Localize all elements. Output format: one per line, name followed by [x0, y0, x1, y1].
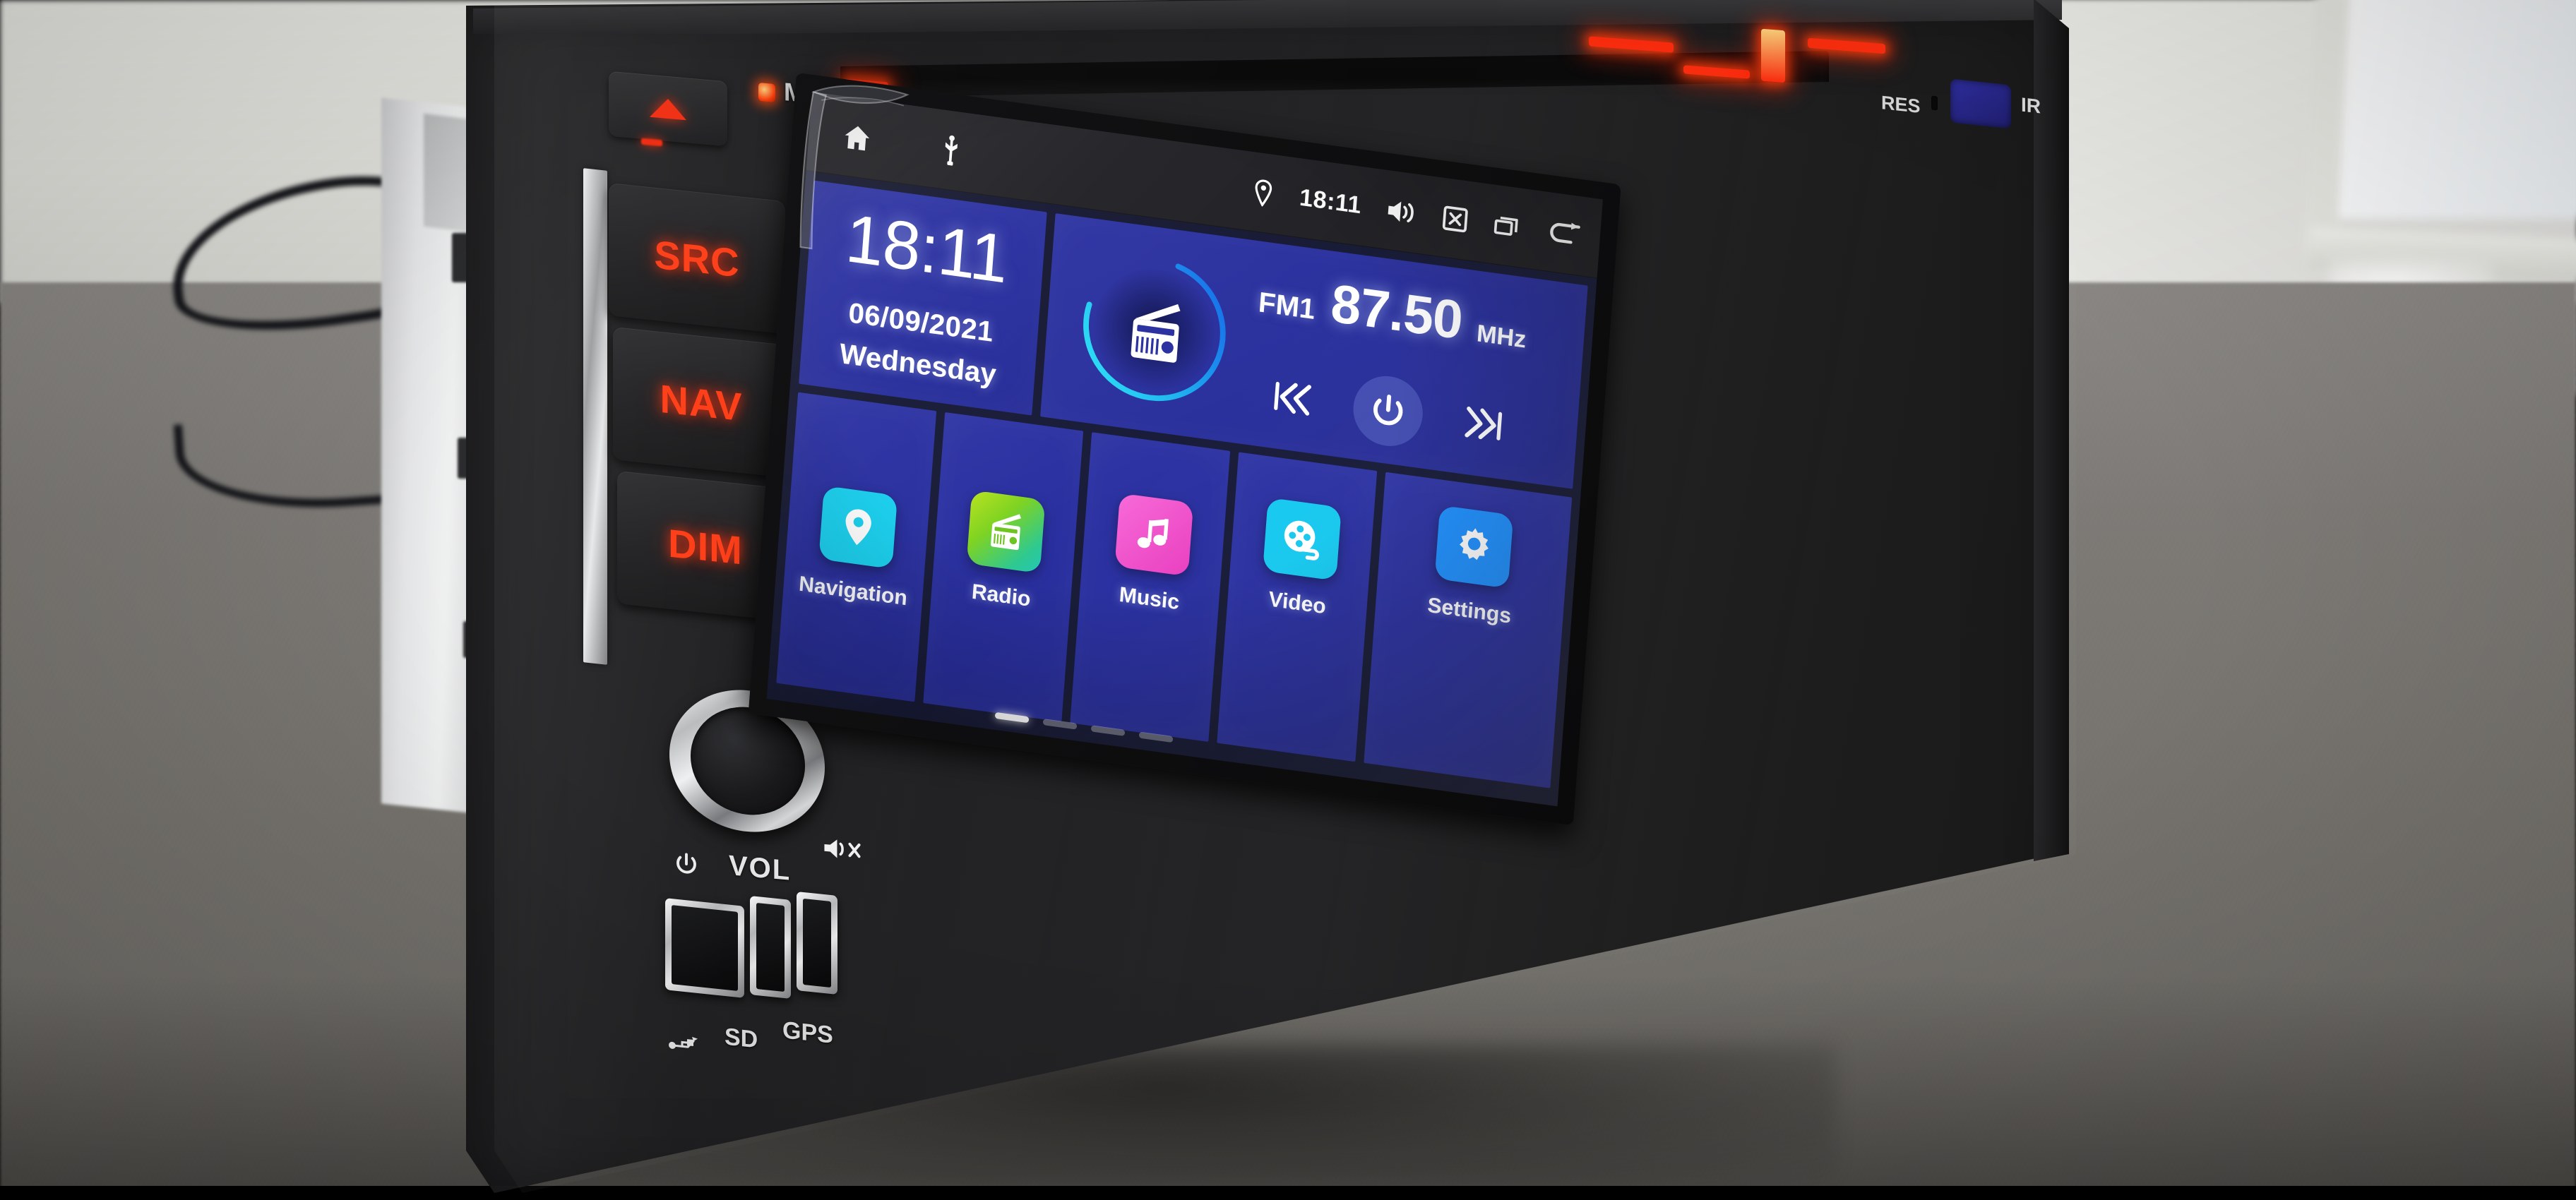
skip-previous-icon[interactable]: [1268, 373, 1314, 421]
music-note-icon: [1137, 518, 1169, 548]
app-label-settings: Settings: [1426, 593, 1513, 628]
radio-dial[interactable]: [1067, 237, 1241, 421]
app-tile-navigation[interactable]: Navigation: [776, 392, 937, 702]
home-screen: 18:11 06/09/2021 Wednesday FM1 87.50 MHz…: [766, 171, 1597, 807]
usb-port[interactable]: [665, 898, 744, 998]
radio-icon: [1131, 304, 1181, 363]
src-button[interactable]: SRC: [609, 182, 785, 335]
radio-transport-controls: [1249, 358, 1562, 469]
radio-readout: FM1 87.50 MHz: [1229, 257, 1587, 471]
screen-content[interactable]: 18:11 18:11 06/09/2021 Wednesday FM1 87.…: [766, 92, 1603, 807]
app-label-video: Video: [1268, 587, 1327, 619]
app-tile-video[interactable]: Video: [1217, 452, 1378, 762]
eject-button[interactable]: [609, 71, 727, 147]
film-reel-icon: [1284, 520, 1319, 560]
volume-icon[interactable]: [1385, 196, 1417, 227]
ir-label: IR: [2021, 93, 2041, 118]
sd-label: SD: [724, 1023, 758, 1054]
app-label-navigation: Navigation: [798, 572, 908, 611]
nav-button-label: NAV: [660, 376, 743, 429]
navigation-app-icon[interactable]: [818, 485, 898, 570]
unit-right-bezel: [2034, 0, 2069, 861]
app-tile-settings[interactable]: Settings: [1364, 472, 1573, 788]
chrome-trim-strip: [583, 168, 607, 665]
usb-icon: [669, 1036, 698, 1049]
nav-button[interactable]: NAV: [613, 326, 789, 479]
clock-time: 18:11: [843, 200, 1010, 298]
gear-icon: [1460, 528, 1489, 560]
cd-slot-led: [1761, 28, 1785, 83]
power-icon: [1373, 394, 1403, 425]
back-icon[interactable]: [1546, 218, 1582, 250]
eject-triangle-icon: [650, 97, 686, 121]
src-button-label: SRC: [654, 232, 740, 285]
mic-led: [758, 82, 775, 103]
close-box-icon[interactable]: [1441, 203, 1469, 234]
gps-label: GPS: [782, 1016, 833, 1049]
clock-date: 06/09/2021: [847, 297, 995, 349]
ir-receiver-window: [1950, 78, 2011, 129]
location-pin-icon: [1256, 179, 1272, 207]
recents-icon[interactable]: [1493, 210, 1523, 241]
radio-power-button[interactable]: [1351, 371, 1426, 450]
res-label: RES: [1881, 92, 1921, 117]
power-icon: [676, 853, 696, 874]
video-app-icon[interactable]: [1263, 497, 1342, 581]
radio-band: FM1: [1257, 286, 1316, 325]
clock-widget[interactable]: 18:11 06/09/2021 Wednesday: [799, 180, 1047, 416]
app-label-radio: Radio: [970, 580, 1032, 611]
settings-app-icon[interactable]: [1434, 505, 1514, 589]
app-tile-radio[interactable]: Radio: [923, 412, 1084, 722]
radio-app-icon[interactable]: [966, 490, 1046, 574]
radio-frequency-unit: MHz: [1475, 319, 1527, 354]
home-icon[interactable]: [840, 120, 873, 155]
app-label-music: Music: [1118, 582, 1181, 615]
dim-button-label: DIM: [668, 520, 743, 573]
usb-icon: [945, 135, 958, 166]
radio-icon: [991, 514, 1021, 551]
reset-pinhole[interactable]: [1931, 95, 1938, 111]
skip-next-icon[interactable]: [1462, 400, 1508, 448]
vol-label: VOL: [729, 850, 792, 887]
sd-card-slot[interactable]: [750, 895, 791, 1000]
touchscreen[interactable]: 18:11 18:11 06/09/2021 Wednesday FM1 87.…: [748, 72, 1621, 826]
app-tile-music[interactable]: Music: [1070, 432, 1231, 742]
gps-port[interactable]: [797, 891, 837, 995]
music-app-icon[interactable]: [1114, 493, 1194, 577]
radio-frequency: 87.50: [1329, 272, 1465, 351]
status-bar-time: 18:11: [1298, 184, 1363, 220]
location-pin-icon: [845, 509, 871, 546]
mute-speaker-icon: [824, 839, 861, 858]
